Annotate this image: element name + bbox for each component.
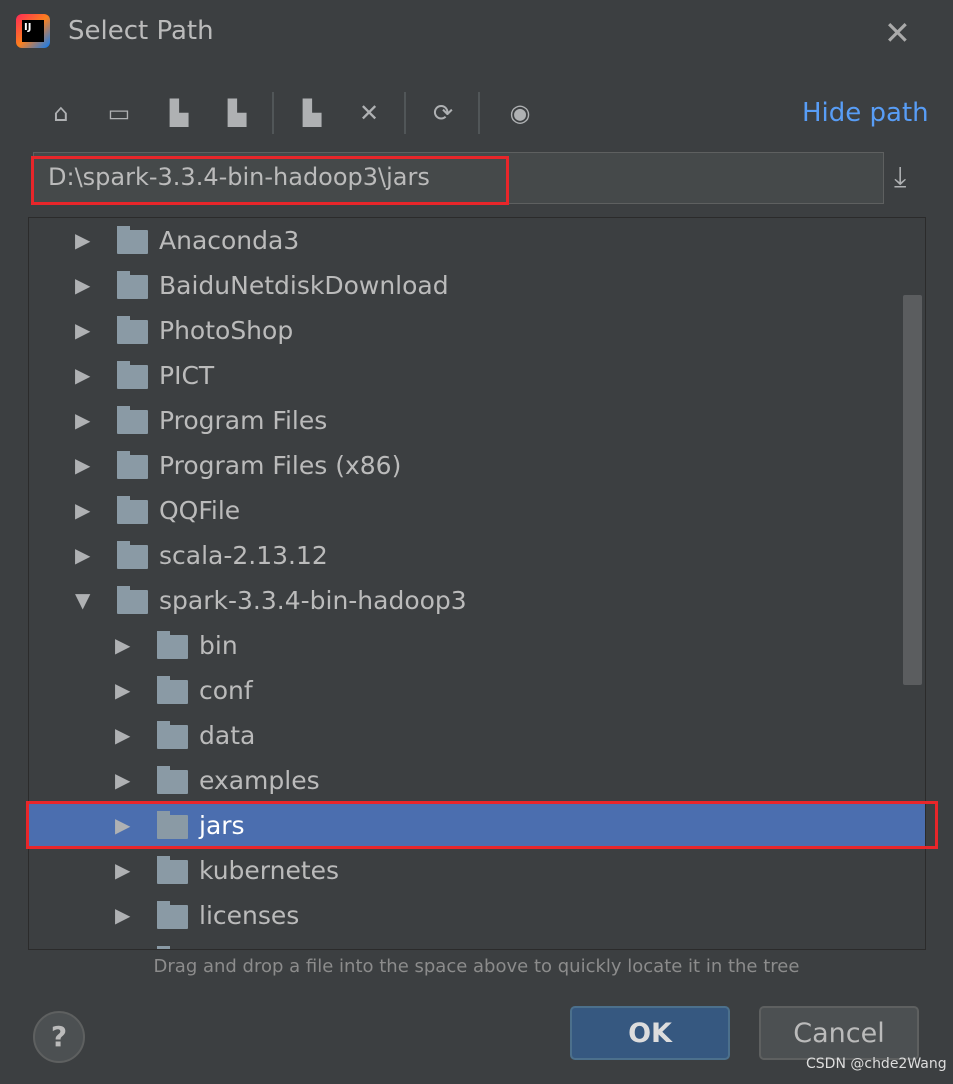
folder-icon (117, 496, 148, 524)
folder-icon (117, 271, 148, 299)
folder-icon (157, 721, 188, 749)
chevron-right-icon[interactable]: ▶ (75, 398, 90, 443)
module-folder-icon[interactable]: ▙ (220, 96, 254, 130)
folder-icon (157, 766, 188, 794)
folder-icon (117, 226, 148, 254)
chevron-right-icon[interactable]: ▶ (75, 443, 90, 488)
chevron-right-icon[interactable]: ▶ (75, 308, 90, 353)
tree-item[interactable]: ▶ Program Files (29, 398, 903, 443)
folder-icon (117, 361, 148, 389)
folder-icon (117, 316, 148, 344)
tree-item[interactable]: ▶ QQFile (29, 488, 903, 533)
tree-item[interactable]: ▶ bin (29, 623, 903, 668)
chevron-right-icon[interactable]: ▶ (75, 263, 90, 308)
tree-item[interactable]: ▶ examples (29, 758, 903, 803)
tree-item-label: QQFile (159, 496, 241, 525)
new-folder-icon[interactable]: ▙ (295, 96, 329, 130)
tree-item[interactable]: ▶ PhotoShop (29, 308, 903, 353)
watermark: CSDN @chde2Wang (806, 1056, 947, 1072)
tree-item[interactable]: ▶ licenses (29, 893, 903, 938)
tree-item[interactable]: ▶ Program Files (x86) (29, 443, 903, 488)
delete-icon[interactable]: ✕ (352, 96, 386, 130)
tree-item-label: spark-3.3.4-bin-hadoop3 (159, 586, 467, 615)
tree-item-label: Program Files (159, 406, 328, 435)
chevron-right-icon[interactable]: ▶ (75, 218, 90, 263)
highlight-box (31, 156, 509, 205)
highlight-box (26, 801, 938, 849)
folder-icon (117, 451, 148, 479)
tree-item[interactable]: ▶ PICT (29, 353, 903, 398)
intellij-logo: IJ (16, 14, 50, 48)
folder-icon (157, 676, 188, 704)
chevron-right-icon[interactable]: ▶ (115, 713, 130, 758)
ok-button[interactable]: OK (570, 1006, 730, 1060)
toolbar-divider (272, 92, 274, 134)
home-icon[interactable]: ⌂ (44, 96, 78, 130)
folder-icon (157, 631, 188, 659)
tree-item-label: BaiduNetdiskDownload (159, 271, 449, 300)
folder-icon (157, 901, 188, 929)
cancel-button[interactable]: Cancel (759, 1006, 919, 1060)
tree-item[interactable]: ▶ conf (29, 668, 903, 713)
help-button[interactable]: ? (33, 1011, 85, 1063)
tree-item[interactable]: ▶ BaiduNetdiskDownload (29, 263, 903, 308)
folder-icon (157, 856, 188, 884)
chevron-right-icon[interactable]: ▶ (75, 533, 90, 578)
tree-item-label: conf (199, 676, 253, 705)
tree-item-label: Program Files (x86) (159, 451, 402, 480)
tree-item[interactable]: ▼ spark-3.3.4-bin-hadoop3 (29, 578, 903, 623)
tree-item-partial (29, 938, 903, 949)
chevron-right-icon[interactable]: ▶ (75, 488, 90, 533)
tree-item-label: scala-2.13.12 (159, 541, 328, 570)
desktop-icon[interactable]: ▭ (102, 96, 136, 130)
chevron-right-icon[interactable]: ▶ (115, 848, 130, 893)
tree-item-label: kubernetes (199, 856, 340, 885)
folder-icon (117, 541, 148, 569)
tree-item[interactable]: ▶ Anaconda3 (29, 218, 903, 263)
tree-item[interactable]: ▶ data (29, 713, 903, 758)
tree-item-label: PICT (159, 361, 215, 390)
tree-item[interactable]: ▶ scala-2.13.12 (29, 533, 903, 578)
chevron-down-icon[interactable]: ▼ (75, 578, 90, 623)
tree-item-label: licenses (199, 901, 300, 930)
tree-item-label: bin (199, 631, 238, 660)
folder-icon (117, 406, 148, 434)
chevron-right-icon[interactable]: ▶ (115, 758, 130, 803)
close-icon[interactable]: ✕ (884, 14, 911, 52)
hide-path-link[interactable]: Hide path (802, 98, 929, 128)
show-hidden-icon[interactable]: ◉ (503, 96, 537, 130)
tree-item-label: data (199, 721, 256, 750)
chevron-right-icon[interactable]: ▶ (115, 668, 130, 713)
project-folder-icon[interactable]: ▙ (162, 96, 196, 130)
download-icon[interactable]: ⤓ (894, 160, 906, 194)
folder-icon (117, 586, 148, 614)
drag-drop-hint: Drag and drop a file into the space abov… (153, 956, 800, 977)
chevron-right-icon[interactable]: ▶ (115, 893, 130, 938)
chevron-right-icon[interactable]: ▶ (75, 353, 90, 398)
dialog-title: Select Path (68, 16, 214, 46)
tree-item-label: PhotoShop (159, 316, 294, 345)
tree-item[interactable]: ▶ kubernetes (29, 848, 903, 893)
refresh-icon[interactable]: ⟳ (426, 96, 460, 130)
chevron-right-icon[interactable]: ▶ (115, 623, 130, 668)
tree-item-label: Anaconda3 (159, 226, 300, 255)
tree-item-label: examples (199, 766, 320, 795)
toolbar-divider (404, 92, 406, 134)
scrollbar[interactable] (903, 295, 922, 685)
toolbar-divider (478, 92, 480, 134)
